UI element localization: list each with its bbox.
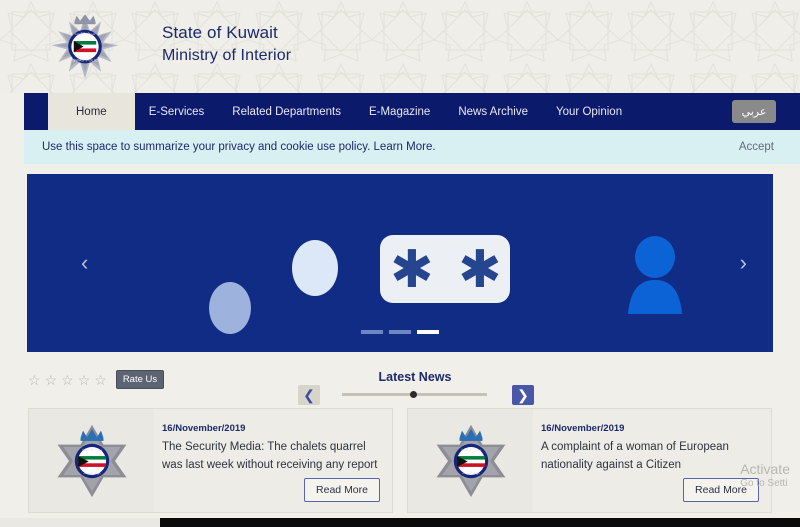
news-card-body: 16/November/2019 A complaint of a woman … — [533, 409, 771, 512]
rating-star-1[interactable]: ☆ — [28, 373, 41, 387]
decorative-ellipse-light — [292, 240, 338, 296]
read-more-button[interactable]: Read More — [683, 478, 759, 502]
nav-item-e-magazine-label: E-Magazine — [368, 105, 431, 118]
page-root: شرطة الكويت KUWAIT POLICE State of Kuwai… — [0, 0, 800, 527]
cookie-accept-button[interactable]: Accept — [739, 141, 774, 153]
news-date: 16/November/2019 — [162, 423, 246, 434]
nav-item-e-magazine[interactable]: E-Magazine — [355, 93, 444, 130]
news-thumbnail: وزارة الداخلية دولة الكويت — [29, 409, 154, 512]
site-title: State of Kuwait Ministry of Interior — [162, 22, 291, 67]
nav-item-your-opinion[interactable]: Your Opinion — [542, 93, 636, 130]
carousel-indicator-1[interactable] — [361, 330, 383, 334]
nav-item-news-archive-label: News Archive — [458, 105, 529, 118]
carousel-indicator-2[interactable] — [389, 330, 411, 334]
cookie-consent-bar: Use this space to summarize your privacy… — [24, 130, 800, 164]
bottom-black-strip — [160, 518, 800, 527]
svg-text:وزارة الداخلية: وزارة الداخلية — [461, 447, 481, 451]
svg-text:KUWAIT POLICE: KUWAIT POLICE — [70, 57, 100, 62]
news-card[interactable]: وزارة الداخلية دولة الكويت 16/November/2… — [28, 408, 393, 513]
nav-item-related-departments-label: Related Departments — [232, 105, 341, 118]
ministry-emblem-icon: وزارة الداخلية دولة الكويت — [57, 424, 126, 497]
nav-item-your-opinion-label: Your Opinion — [556, 105, 623, 118]
nav-item-news-archive[interactable]: News Archive — [444, 93, 542, 130]
site-title-line2: Ministry of Interior — [162, 46, 292, 64]
news-card-body: 16/November/2019 The Security Media: The… — [154, 409, 392, 512]
news-date: 16/November/2019 — [541, 423, 625, 434]
site-title-line1: State of Kuwait — [162, 23, 278, 42]
latest-news-title: Latest News — [378, 370, 452, 384]
rating-star-3[interactable]: ☆ — [61, 373, 74, 387]
asterisk-icon-2: ✱ — [458, 240, 502, 300]
rating-star-4[interactable]: ☆ — [78, 373, 91, 387]
svg-text:دولة الكويت: دولة الكويت — [462, 471, 480, 475]
news-card[interactable]: وزارة الداخلية دولة الكويت 16/November/2… — [407, 408, 772, 513]
bottom-strip-left — [0, 518, 160, 527]
svg-text:شرطة الكويت: شرطة الكويت — [75, 32, 96, 36]
latest-news-list: وزارة الداخلية دولة الكويت 16/November/2… — [28, 408, 772, 513]
cookie-message: Use this space to summarize your privacy… — [42, 141, 371, 153]
carousel-indicator-3[interactable] — [417, 330, 439, 334]
carousel-prev-icon[interactable]: ‹ — [81, 252, 88, 274]
svg-text:وزارة الداخلية: وزارة الداخلية — [82, 447, 102, 451]
news-slider-handle[interactable] — [410, 390, 417, 398]
main-navigation: Home E-Services Related Departments E-Ma… — [24, 93, 800, 130]
latest-news-header: Latest News — [295, 370, 535, 384]
news-prev-button[interactable]: ❮ — [298, 385, 320, 405]
nav-item-home[interactable]: Home — [48, 93, 135, 130]
kuwait-police-badge-logo[interactable]: شرطة الكويت KUWAIT POLICE — [50, 13, 120, 83]
news-headline: A complaint of a woman of European natio… — [541, 441, 729, 471]
cookie-text: Use this space to summarize your privacy… — [42, 141, 436, 153]
decorative-ellipse-small — [209, 282, 251, 334]
rating-star-5[interactable]: ☆ — [94, 373, 107, 387]
language-switch-button[interactable]: عربي — [732, 100, 776, 123]
carousel-indicators — [27, 330, 773, 334]
svg-text:دولة الكويت: دولة الكويت — [83, 471, 101, 475]
rate-us-button[interactable]: Rate Us — [115, 370, 165, 389]
news-thumbnail: وزارة الداخلية دولة الكويت — [408, 409, 533, 512]
nav-item-related-departments[interactable]: Related Departments — [218, 93, 355, 130]
ministry-emblem-icon: وزارة الداخلية دولة الكويت — [436, 424, 505, 497]
site-header: شرطة الكويت KUWAIT POLICE State of Kuwai… — [0, 0, 800, 93]
asterisk-icon-1: ✱ — [390, 240, 434, 300]
news-headline: The Security Media: The chalets quarrel … — [162, 441, 378, 471]
cookie-learn-more-link[interactable]: Learn More. — [374, 141, 436, 153]
nav-item-home-label: Home — [76, 105, 107, 118]
nav-item-e-services-label: E-Services — [148, 105, 205, 118]
rate-us-widget: ☆ ☆ ☆ ☆ ☆ Rate Us — [28, 370, 165, 389]
nav-item-e-services[interactable]: E-Services — [135, 93, 219, 130]
person-silhouette-icon — [624, 236, 686, 319]
news-next-button[interactable]: ❯ — [512, 385, 534, 405]
carousel-next-icon[interactable]: › — [740, 252, 747, 274]
news-slider-track[interactable] — [342, 390, 487, 398]
read-more-button[interactable]: Read More — [304, 478, 380, 502]
hero-carousel: ‹ › ✱ ✱ — [27, 174, 773, 352]
decorative-id-card: ✱ ✱ — [380, 235, 510, 303]
rating-star-2[interactable]: ☆ — [45, 373, 58, 387]
